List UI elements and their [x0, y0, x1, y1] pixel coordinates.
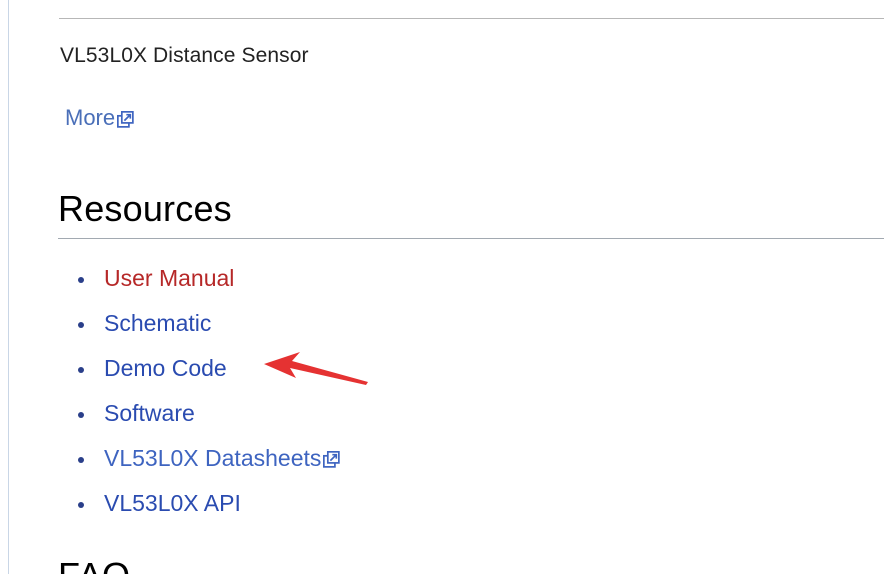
software-link[interactable]: Software — [104, 400, 195, 427]
schematic-link[interactable]: Schematic — [104, 310, 211, 337]
product-description: VL53L0X Distance Sensor — [60, 44, 309, 67]
list-item: User Manual — [78, 256, 340, 301]
wiki-page: VL53L0X Distance Sensor More Resources U… — [0, 0, 884, 574]
external-link-icon — [117, 110, 134, 128]
content-left-border — [8, 0, 9, 574]
resources-heading: Resources — [58, 188, 232, 229]
api-link[interactable]: VL53L0X API — [104, 490, 241, 517]
list-item: VL53L0X API — [78, 481, 340, 526]
more-link[interactable]: More — [65, 105, 134, 131]
list-item: VL53L0X Datasheets — [78, 436, 341, 481]
section-divider — [59, 18, 884, 19]
bullet-icon — [78, 321, 84, 328]
bullet-icon — [78, 501, 84, 508]
datasheets-link-label: VL53L0X Datasheets — [104, 445, 322, 471]
bullet-icon — [78, 276, 84, 283]
user-manual-link[interactable]: User Manual — [104, 265, 234, 292]
more-link-label: More — [65, 105, 116, 130]
resources-list: User Manual Schematic Demo Code Software… — [78, 256, 341, 526]
list-item: Software — [78, 391, 340, 436]
bullet-icon — [78, 456, 84, 463]
list-item: Schematic — [78, 301, 340, 346]
bullet-icon — [78, 411, 84, 418]
faq-heading-partial: FAQ — [58, 558, 130, 574]
bullet-icon — [78, 366, 84, 373]
datasheets-link[interactable]: VL53L0X Datasheets — [104, 445, 341, 472]
red-arrow-icon — [264, 352, 368, 385]
heading-underline — [58, 238, 884, 239]
external-link-icon — [323, 451, 341, 468]
demo-code-link[interactable]: Demo Code — [104, 355, 227, 382]
